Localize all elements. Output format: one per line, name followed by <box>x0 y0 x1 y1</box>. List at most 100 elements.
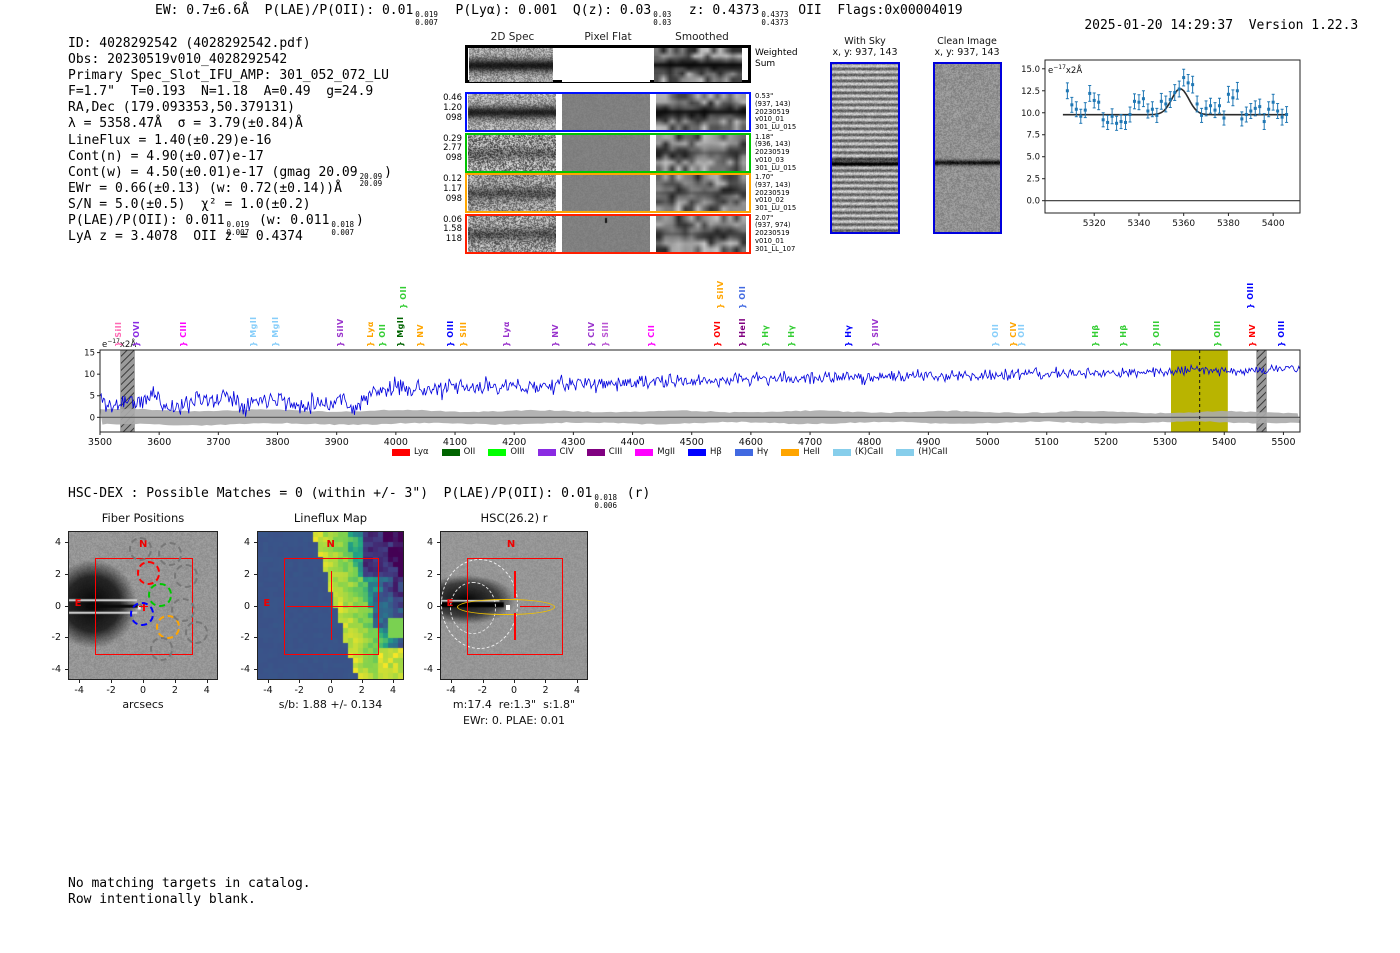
text-segment: P(LAE)/P(OII): 0.011 <box>68 213 225 229</box>
spectral-line-marker: } OIII <box>446 320 456 347</box>
fiber-2d-spec-image <box>468 134 556 171</box>
with-sky-subtitle: x, y: 937, 143 <box>832 47 898 58</box>
lineflux-xtick-label: -4 <box>263 685 273 696</box>
lineflux-north-label: N <box>326 538 335 550</box>
weighted-sum-label-1: Weighted <box>755 48 798 58</box>
spectral-line-marker: } Hβ <box>1091 324 1101 347</box>
fiber-smoothed-image <box>656 94 746 130</box>
fiber-ytick-label: 2 <box>54 568 61 580</box>
info-line-3: Primary Spec_Slot_IFU_AMP: 301_052_072_L… <box>68 68 392 84</box>
info-line-10: EWr = 0.66(±0.13) (w: 0.72(±0.14))Å <box>68 181 392 197</box>
hsc-panel-title: HSC(26.2) r <box>480 511 548 525</box>
info-line-11: S/N = 5.0(±0.5) χ² = 1.0(±0.2) <box>68 197 392 213</box>
hsc-source-square <box>506 605 511 611</box>
text-segment: F=1.7" T=0.193 N=1.18 A=0.49 g=24.9 <box>68 84 374 100</box>
legend-item: (K)CaII <box>832 447 884 457</box>
cutout-left-labels-1: 0.46 1.20 098 <box>430 93 462 123</box>
hsc-crosshair-v-bottom <box>514 613 516 641</box>
lineflux-xtick-label: 2 <box>358 685 365 696</box>
spectral-line-marker: } SiII <box>113 321 123 347</box>
ccd-sky-panels: With Sky x, y: 937, 143 Clean Image x, y: 9… <box>810 28 1030 258</box>
clean-image-subtitle: x, y: 937, 143 <box>934 47 1000 58</box>
info-line-12: P(LAE)/P(OII): 0.011 0.019 0.007 (w: 0.011… <box>68 213 392 236</box>
spectral-line-marker: } Hγ <box>844 324 854 347</box>
svg-text:0.0: 0.0 <box>1026 197 1040 207</box>
header-summary: EW: 0.7±6.6Å P(LAE)/P(OII): 0.01 0.019 0.0… <box>155 3 963 26</box>
lineflux-ytick-mark <box>254 668 257 670</box>
spectral-line-marker: } CIII <box>178 321 188 347</box>
spectral-line-marker: } OII <box>378 323 388 347</box>
lineflux-xtick-mark <box>330 680 332 683</box>
text-segment: S/N = 5.0(±0.5) χ² = 1.0(±0.2) <box>68 196 311 212</box>
hsc-ytick-label: 2 <box>426 568 433 580</box>
legend-label: (H)CaII <box>918 447 948 457</box>
fiber-ytick-label: 4 <box>54 537 61 549</box>
weighted-smoothed-image <box>654 48 742 82</box>
legend-label: OII <box>463 447 476 457</box>
spectral-line-marker: } CII <box>646 324 656 347</box>
legend-swatch <box>488 448 507 456</box>
lineflux-xtick-mark <box>361 680 363 683</box>
spectral-line-marker: } Hγ <box>761 324 771 347</box>
fiber-xtick-mark <box>111 680 113 683</box>
lineflux-ytick-label: 2 <box>243 568 250 580</box>
legend-item: CIV <box>537 447 574 457</box>
hsc-xtick-label: 4 <box>573 685 580 696</box>
spectrum-legend: Lyα OII OIII CIV CIII MgII Hβ Hγ HeII (K)CaII (H)C… <box>392 447 947 457</box>
text-segment: λ = 5358.47Å σ = 3.79(±0.84)Å <box>68 116 303 132</box>
fiber-circle <box>174 564 198 588</box>
hsc-xtick-mark <box>514 680 515 683</box>
fiber-xtick-label: -2 <box>106 685 116 696</box>
hsc-xtick-label: 0 <box>510 685 518 696</box>
svg-text:2.5: 2.5 <box>1026 175 1040 185</box>
legend-swatch <box>734 448 753 456</box>
spectral-line-marker: } HeII <box>738 318 748 347</box>
cutout-fiber-row-1 <box>465 92 751 132</box>
hsc-xlabel-2: EWr: 0. PLAE: 0.01 <box>462 714 566 727</box>
legend-label: (K)CaII <box>854 447 884 457</box>
cutout-col-header-1: 2D Spec <box>490 31 535 43</box>
hsc-xtick-mark <box>482 680 484 683</box>
fiber-xtick-label: 2 <box>171 685 178 696</box>
svg-text:5400: 5400 <box>1262 219 1285 229</box>
hsc-east-label: E <box>446 598 454 610</box>
fiber-ytick-mark <box>65 637 68 639</box>
fiber-xtick-label: 4 <box>203 685 210 696</box>
spectral-line-marker: } MgII <box>248 316 258 347</box>
lineflux-crosshair-h <box>286 605 375 607</box>
spectral-line-marker: } SiII <box>459 321 469 347</box>
hsc-ytick-mark <box>437 573 440 575</box>
fiber-xlabel: arcsecs <box>122 698 164 711</box>
svg-text:10.0: 10.0 <box>1021 109 1040 119</box>
with-sky-frame <box>830 62 900 234</box>
hsc-north-label: N <box>506 538 516 550</box>
spectral-line-marker: } SiIV <box>871 318 881 347</box>
lineflux-xtick-label: 4 <box>390 685 397 696</box>
fiber-panel-title: Fiber Positions <box>101 511 185 525</box>
hsc-crosshair-v-top <box>514 570 516 598</box>
fiber-east-label: E <box>74 598 82 610</box>
text-segment: LineFlux = 1.40(±0.29)e-16 <box>68 132 272 148</box>
hsc-ytick-label: 4 <box>426 537 433 549</box>
fiber-circle <box>149 637 174 661</box>
fiber-circle <box>130 602 154 627</box>
legend-item: Lyα <box>392 447 429 457</box>
text-segment: Obs: 20230519v010_4028292542 <box>68 52 288 68</box>
hsc-ytick-label: -2 <box>423 632 433 644</box>
spectral-line-marker: } OII <box>399 285 409 309</box>
lineflux-xtick-mark <box>267 680 269 683</box>
weighted-sum-row <box>465 45 751 83</box>
stacked-fraction: 0.03 0.03 <box>653 10 672 27</box>
info-line-1: ID: 4028292542 (4028292542.pdf) <box>68 36 392 52</box>
lineflux-ytick-label: 0 <box>243 600 250 612</box>
legend-label: MgII <box>657 447 676 457</box>
svg-text:7.5: 7.5 <box>1026 131 1040 141</box>
text-segment: ID: 4028292542 (4028292542.pdf) <box>68 36 311 51</box>
cutout-fiber-row-3 <box>465 173 751 213</box>
svg-text:5340: 5340 <box>1127 219 1150 229</box>
info-line-8: Cont(n) = 4.90(±0.07)e-17 <box>68 149 392 165</box>
text-segment: P(Lyα): 0.001 Q(z): 0.03 <box>439 3 652 18</box>
cutout-left-label: 098 <box>445 153 462 164</box>
spectral-line-marker: } NV <box>416 324 426 347</box>
hsc-ytick-label: -4 <box>423 663 433 675</box>
